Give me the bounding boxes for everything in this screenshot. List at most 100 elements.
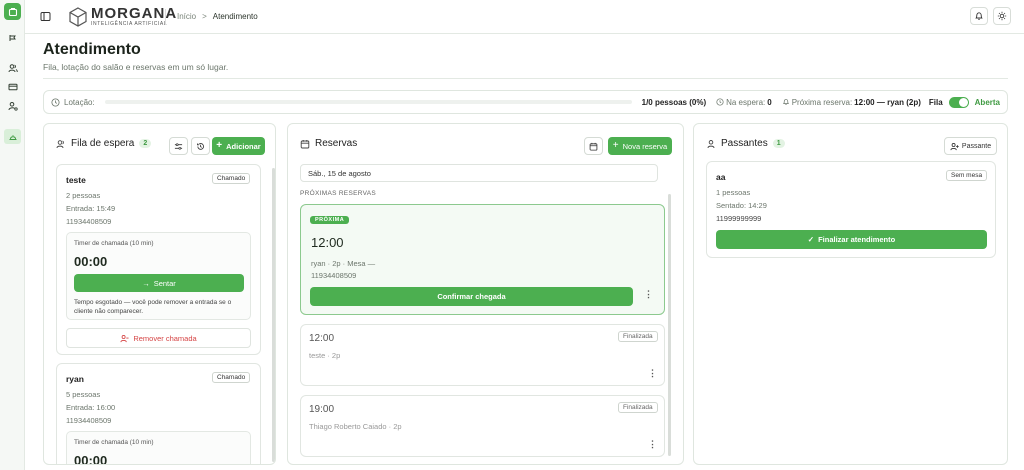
lotacao-progress-bar	[104, 100, 632, 104]
confirm-arrival-label: Confirmar chegada	[437, 292, 506, 301]
remove-call-label: Remover chamada	[133, 333, 197, 343]
timer-value: 00:00	[74, 254, 108, 269]
top-bar: MORGANA INTELIGÊNCIA ARTIFICIAL Início >…	[25, 0, 1024, 34]
reservation-item: 12:00 Finalizada teste · 2p ⋮	[300, 324, 665, 386]
check-icon: ✓	[807, 235, 815, 244]
fila-item-phone: 11934408509	[66, 217, 112, 226]
new-reservation-label: Nova reserva	[622, 141, 668, 151]
sliders-icon	[174, 142, 183, 150]
fila-add-label: Adicionar	[226, 141, 261, 151]
user-minus-icon	[120, 334, 129, 342]
proxima-label: Próxima reserva:	[791, 97, 853, 107]
brand[interactable]: MORGANA INTELIGÊNCIA ARTIFICIAL	[69, 6, 177, 28]
passantes-panel: Passantes 1 Passante aa Sem mesa 1 pesso…	[693, 123, 1008, 465]
confirm-arrival-button[interactable]: Confirmar chegada	[310, 287, 633, 306]
user-icon	[707, 139, 715, 148]
timer-label: Timer de chamada (10 min)	[74, 240, 154, 247]
passante-people: 1 pessoas	[716, 188, 751, 197]
breadcrumb-current: Atendimento	[212, 12, 258, 21]
page-title: Atendimento	[43, 41, 141, 58]
calendar-icon	[300, 139, 310, 148]
breadcrumb: Início > Atendimento	[177, 12, 258, 21]
remove-call-button[interactable]: Remover chamada	[66, 328, 251, 348]
calendar-button[interactable]	[584, 137, 603, 155]
fila-history-button[interactable]	[191, 137, 210, 155]
passante-phone: 11999999999	[716, 214, 762, 223]
fila-header: Fila de espera 2	[56, 138, 152, 149]
reservation-status-tag: Finalizada	[618, 402, 658, 413]
passante-name: aa	[716, 172, 726, 182]
fila-item-name: ryan	[66, 374, 84, 384]
theme-toggle-button[interactable]	[993, 7, 1011, 25]
sidebar-toggle-icon[interactable]	[39, 10, 51, 22]
status-bar: Lotação: 1/0 pessoas (0%) Na espera: 0 P…	[43, 90, 1008, 114]
fila-item-timer: Timer de chamada (10 min) 00:00 → Sentar…	[66, 232, 251, 320]
next-badge: PRÓXIMA	[310, 216, 350, 224]
next-phone: 11934408509	[311, 271, 357, 280]
bell-icon	[782, 99, 789, 105]
reservation-detail: Thiago Roberto Caiado · 2p	[309, 422, 402, 431]
fila-item-phone: 11934408509	[66, 416, 112, 425]
fila-count-badge: 2	[139, 139, 152, 148]
date-picker-input[interactable]: Sáb., 15 de agosto	[300, 164, 658, 182]
reservation-status-tag: Finalizada	[618, 331, 658, 342]
nav-queue-icon[interactable]	[6, 31, 19, 44]
plus-icon: +	[612, 140, 619, 151]
breadcrumb-home[interactable]: Início	[177, 12, 196, 21]
seat-button[interactable]: → Sentar	[74, 274, 244, 292]
reservas-header: Reservas	[300, 138, 357, 149]
reservas-panel: Reservas + Nova reserva Sáb., 15 de agos…	[287, 123, 684, 465]
fila-add-button[interactable]: + Adicionar	[212, 137, 265, 155]
morgana-logo-icon	[69, 7, 87, 27]
next-detail: ryan · 2p · Mesa —	[311, 259, 376, 268]
next-more-icon[interactable]: ⋮	[644, 289, 653, 300]
reservas-title: Reservas	[315, 138, 358, 149]
history-icon	[197, 142, 204, 150]
nav-user-settings-icon[interactable]	[6, 99, 19, 112]
reservation-detail: teste · 2p	[309, 351, 341, 360]
nav-card-icon[interactable]	[6, 80, 19, 93]
next-reservation-card: PRÓXIMA 12:00 ryan · 2p · Mesa — 1193440…	[300, 204, 665, 315]
new-reservation-button[interactable]: + Nova reserva	[608, 137, 672, 155]
reservation-more-icon[interactable]: ⋮	[648, 439, 657, 450]
fila-toggle[interactable]	[948, 96, 969, 108]
finish-service-button[interactable]: ✓ Finalizar atendimento	[716, 230, 987, 249]
add-passante-button[interactable]: Passante	[944, 137, 997, 155]
timer-icon	[716, 98, 724, 106]
fila-state: Aberta	[974, 97, 1000, 107]
title-divider	[43, 78, 1008, 79]
fila-item-name: teste	[66, 175, 86, 185]
fila-scrollbar[interactable]	[272, 168, 275, 462]
fila-item-entry: Entrada: 15:49	[66, 204, 116, 213]
clock-icon	[51, 97, 60, 107]
espera-value: 0	[767, 97, 772, 107]
nav-service-bell-icon[interactable]	[4, 129, 21, 144]
fila-item-entry: Entrada: 16:00	[66, 403, 116, 412]
fila-label: Fila	[928, 97, 943, 107]
timer-value: 00:00	[74, 453, 108, 465]
finish-service-label: Finalizar atendimento	[818, 235, 896, 244]
fila-filter-button[interactable]	[169, 137, 188, 155]
passantes-title: Passantes	[721, 138, 768, 149]
espera-indicator: Na espera: 0	[716, 98, 772, 107]
passante-item: aa Sem mesa 1 pessoas Sentado: 14:29 119…	[706, 161, 996, 258]
app-logo-icon[interactable]	[4, 3, 21, 20]
fila-item-status-tag: Chamado	[212, 173, 251, 184]
passantes-header: Passantes 1	[706, 138, 785, 149]
fila-item-status-tag: Chamado	[212, 372, 251, 383]
lotacao-label: Lotação:	[64, 97, 95, 107]
nav-users-icon[interactable]	[6, 61, 19, 74]
reservas-scrollbar[interactable]	[668, 194, 671, 456]
reservation-item: 19:00 Finalizada Thiago Roberto Caiado ·…	[300, 395, 665, 457]
fila-item: ryan Chamado 5 pessoas Entrada: 16:00 11…	[56, 363, 261, 465]
reservation-time: 12:00	[309, 333, 335, 344]
reservation-time: 19:00	[309, 404, 335, 415]
bell-icon	[975, 12, 983, 20]
passantes-count-badge: 1	[772, 139, 785, 148]
notifications-button[interactable]	[970, 7, 988, 25]
reservation-more-icon[interactable]: ⋮	[648, 368, 657, 379]
plus-icon: +	[216, 140, 223, 151]
passante-seated: Sentado: 14:29	[716, 201, 767, 210]
arrow-right-icon: →	[142, 278, 150, 288]
users-icon	[56, 139, 64, 148]
